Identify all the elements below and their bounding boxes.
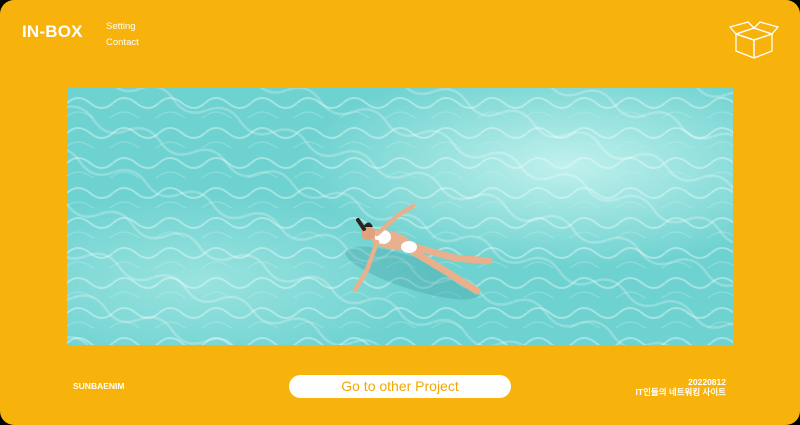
footer-brand: SUNBAENIM: [73, 381, 125, 391]
logo[interactable]: IN-BOX: [22, 22, 83, 42]
open-box-icon[interactable]: [728, 20, 780, 60]
go-to-other-project-button[interactable]: Go to other Project: [289, 375, 511, 398]
footer-subtitle: IT인들의 네트워킹 사이트: [635, 387, 726, 397]
footer-date: 20220812: [688, 377, 726, 387]
page: IN-BOX Setting Contact SUNBAENIM Go to o…: [0, 0, 800, 425]
hero-image: [67, 88, 733, 345]
main-nav: Setting Contact: [106, 21, 139, 49]
footer-info: 20220812 IT인들의 네트워킹 사이트: [636, 377, 726, 397]
nav-contact-link[interactable]: Contact: [106, 37, 139, 49]
nav-setting-link[interactable]: Setting: [106, 21, 139, 33]
